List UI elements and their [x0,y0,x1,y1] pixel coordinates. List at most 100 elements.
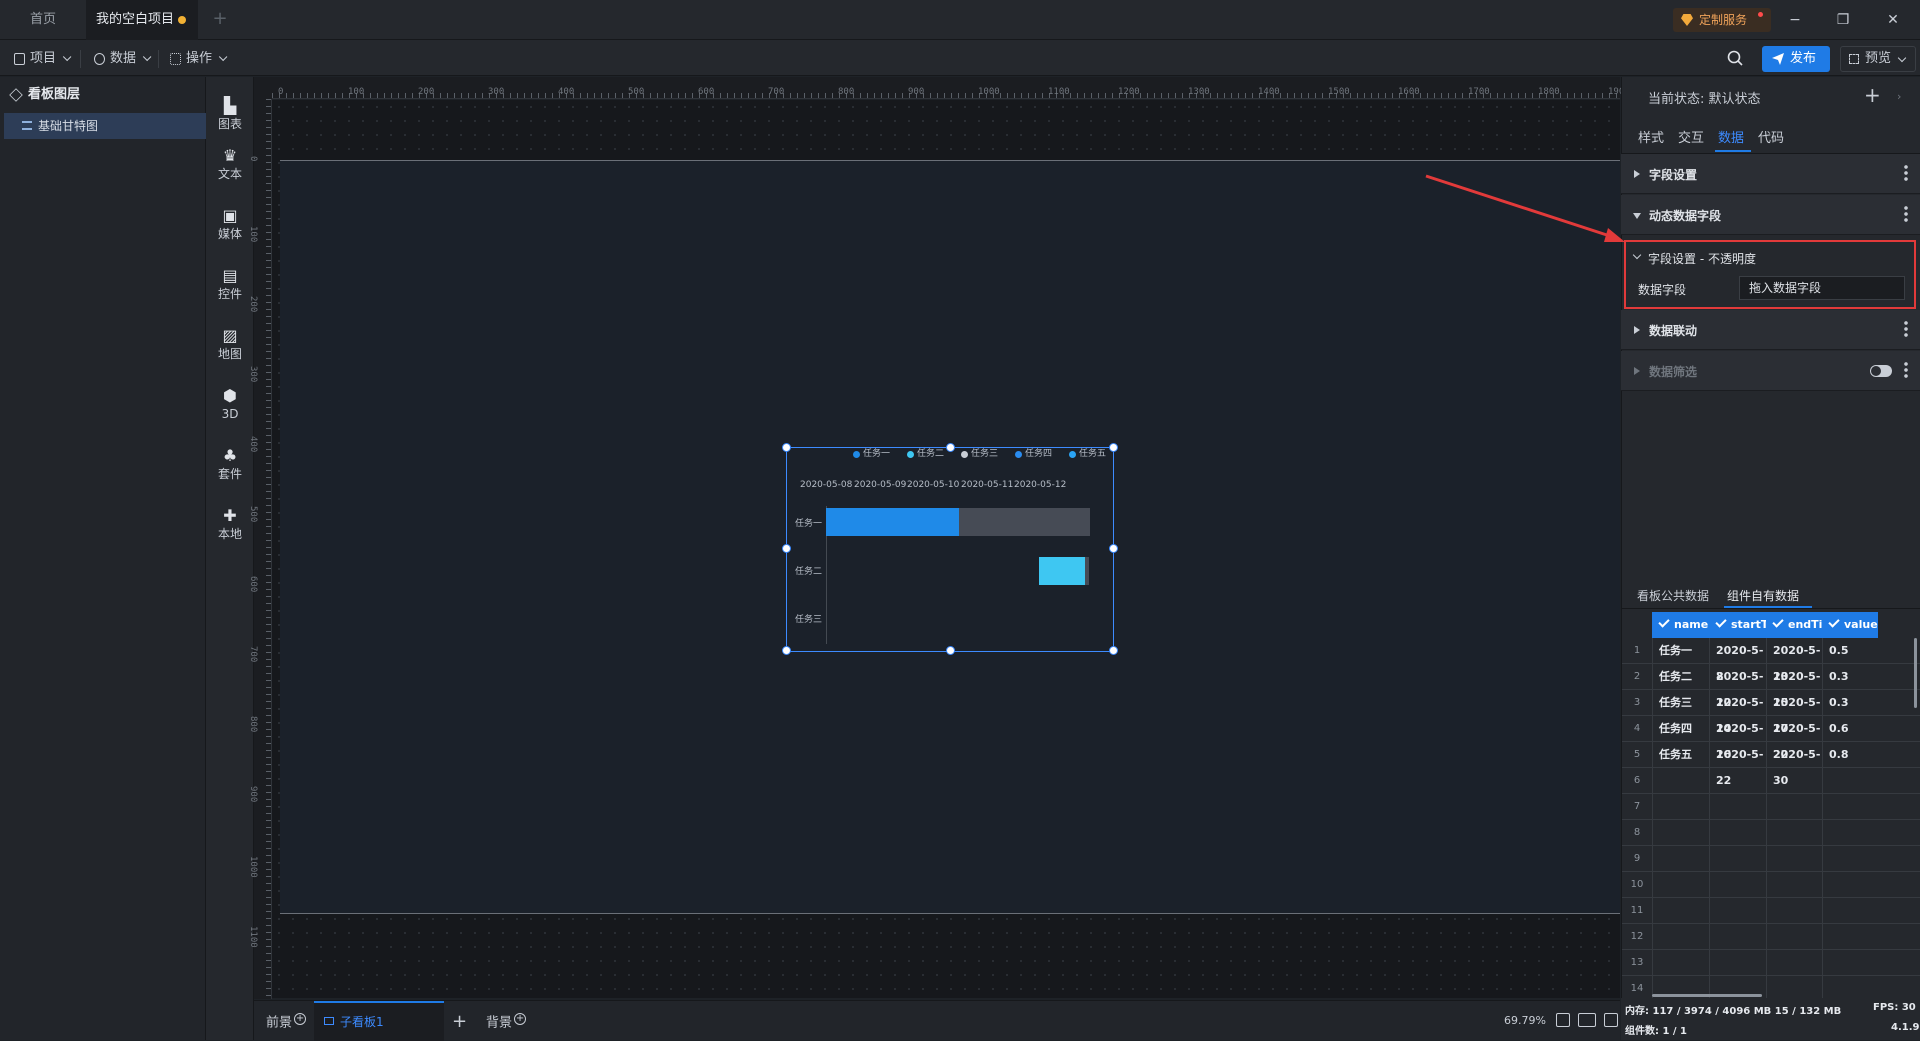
more-icon[interactable] [1904,320,1908,338]
fit-screen-icon[interactable] [1556,1013,1570,1027]
checkbox-icon[interactable] [1658,616,1670,628]
task-bar-progress[interactable] [826,508,959,536]
add-subboard-button[interactable]: + [452,1013,467,1031]
checkbox-icon[interactable] [1772,616,1784,628]
search-icon[interactable] [1727,50,1743,66]
section-dynamic-fields[interactable]: 动态数据字段 [1621,195,1920,235]
table-cell[interactable]: 0.3 [1822,690,1878,716]
tab-data[interactable]: 数据 [1718,127,1744,146]
table-cell[interactable] [1652,820,1709,846]
component-media[interactable]: ▣ 媒体 [206,197,254,245]
legend-item[interactable]: 任务五 [1069,448,1106,460]
legend-item[interactable]: 任务一 [853,448,890,460]
filter-toggle[interactable] [1870,365,1892,377]
resize-handle[interactable] [1109,646,1118,655]
table-cell[interactable]: 2020-5-14 [1709,690,1766,735]
table-cell[interactable] [1822,846,1878,872]
table-cell[interactable] [1822,768,1878,794]
table-cell[interactable] [1709,898,1766,924]
component-local[interactable]: ✚ 本地 [206,497,254,545]
table-cell[interactable] [1652,794,1709,820]
custom-service-button[interactable]: 定制服务 [1673,8,1771,32]
table-cell[interactable]: 任务四 [1652,716,1709,742]
table-row[interactable]: 10 [1622,872,1920,898]
table-row[interactable]: 4 任务四 2020-5-16 2020-5-22 0.6 [1622,716,1920,761]
table-cell[interactable] [1766,846,1822,872]
data-field-dropzone[interactable]: 拖入数据字段 [1739,276,1905,300]
table-row[interactable]: 12 [1622,924,1920,950]
menu-ops[interactable]: 操作 [168,48,228,70]
table-cell[interactable] [1822,872,1878,898]
resize-handle[interactable] [782,544,791,553]
add-tab-button[interactable]: + [210,8,230,30]
table-cell[interactable] [1709,846,1766,872]
tab-board-public-data[interactable]: 看板公共数据 [1637,587,1709,604]
chevron-right-icon[interactable]: › [1897,90,1901,103]
minimize-button[interactable]: − [1772,0,1818,40]
menu-project[interactable]: 项目 [12,48,72,70]
more-icon[interactable] [1904,164,1908,182]
checkbox-icon[interactable] [1828,616,1840,628]
table-cell[interactable] [1709,872,1766,898]
table-row[interactable]: 3 任务三 2020-5-14 2020-5-17 0.3 [1622,690,1920,735]
vertical-scrollbar[interactable] [1914,638,1917,708]
table-cell[interactable] [1822,924,1878,950]
table-row[interactable]: 11 [1622,898,1920,924]
component-map[interactable]: ▨ 地图 [206,317,254,365]
tab-style[interactable]: 样式 [1638,127,1664,146]
legend-item[interactable]: 任务三 [961,448,998,460]
preview-button[interactable]: 预览 [1840,46,1916,72]
column-header[interactable]: value [1822,612,1878,638]
table-cell[interactable]: 2020-5-22 [1709,742,1766,787]
table-cell[interactable] [1766,794,1822,820]
table-cell[interactable] [1709,924,1766,950]
table-row[interactable]: 6 [1622,768,1920,794]
table-cell[interactable] [1652,898,1709,924]
tab-code[interactable]: 代码 [1758,127,1784,146]
subboard-tab[interactable]: 子看板1 [314,1001,444,1041]
table-cell[interactable] [1652,924,1709,950]
checkbox-icon[interactable] [1715,616,1727,628]
foreground-tab[interactable]: 前景 + [266,1013,307,1031]
column-header[interactable]: nameStr [1652,612,1709,638]
tab-home[interactable]: 首页 [0,0,86,40]
section-filter[interactable]: 数据筛选 [1621,351,1920,391]
component-3d[interactable]: ⬢ 3D [206,377,254,425]
add-icon[interactable]: + [514,1013,527,1025]
table-row[interactable]: 5 任务五 2020-5-22 2020-5-30 0.8 [1622,742,1920,787]
table-row[interactable]: 1 任务一 2020-5-8 2020-5-13 0.5 [1622,638,1920,683]
table-cell[interactable] [1652,872,1709,898]
legend-item[interactable]: 任务二 [907,448,944,460]
table-cell[interactable] [1766,898,1822,924]
resize-handle[interactable] [946,646,955,655]
component-text[interactable]: ♛ 文本 [206,137,254,185]
more-icon[interactable] [1904,205,1908,223]
section-linkage[interactable]: 数据联动 [1621,310,1920,350]
table-cell[interactable] [1766,924,1822,950]
table-cell[interactable]: 0.5 [1822,638,1878,664]
table-cell[interactable]: 2020-5-13 [1766,638,1822,683]
gantt-widget[interactable] [786,447,1114,652]
close-button[interactable]: ✕ [1870,0,1916,40]
table-row[interactable]: 13 [1622,950,1920,976]
zoom-level[interactable]: 69.79% [1504,1014,1546,1027]
table-cell[interactable] [1822,794,1878,820]
layer-item-gantt[interactable]: 基础甘特图 [4,113,206,139]
tab-interaction[interactable]: 交互 [1678,127,1704,146]
add-icon[interactable]: + [294,1013,307,1025]
table-row[interactable]: 9 [1622,846,1920,872]
resize-handle[interactable] [782,646,791,655]
table-row[interactable]: 2 任务二 2020-5-12 2020-5-15 0.3 [1622,664,1920,709]
table-cell[interactable]: 2020-5-12 [1709,664,1766,709]
table-cell[interactable] [1822,950,1878,976]
component-kit[interactable]: ♣ 套件 [206,437,254,485]
table-cell[interactable]: 任务三 [1652,690,1709,716]
background-tab[interactable]: 背景 + [486,1013,527,1031]
table-cell[interactable]: 任务五 [1652,742,1709,768]
resize-handle[interactable] [782,443,791,452]
component-control[interactable]: ▤ 控件 [206,257,254,305]
table-cell[interactable]: 2020-5-22 [1766,716,1822,761]
table-cell[interactable] [1652,846,1709,872]
table-row[interactable]: 7 [1622,794,1920,820]
table-cell[interactable] [1709,950,1766,976]
